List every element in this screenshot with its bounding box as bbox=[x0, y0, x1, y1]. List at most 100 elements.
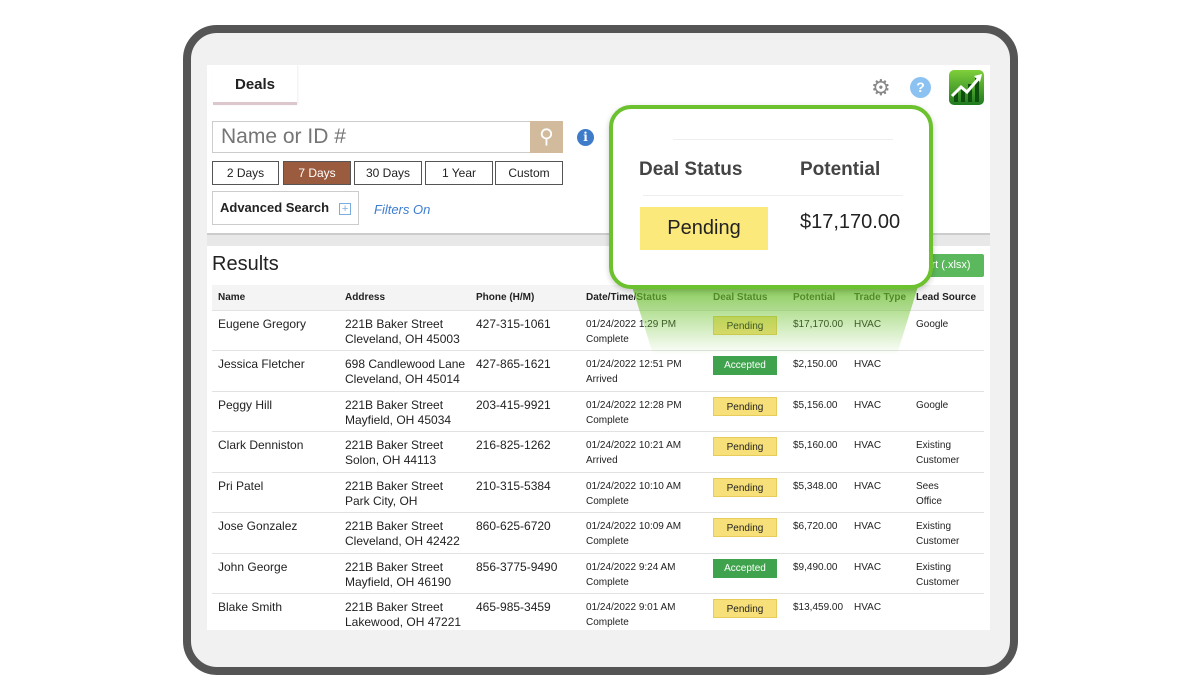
visit-status: Complete bbox=[586, 536, 629, 547]
address-line1: 698 Candlewood Lane bbox=[345, 357, 466, 371]
table-row[interactable]: Peggy Hill 221B Baker Street Mayfield, OH … bbox=[212, 390, 984, 432]
cell-address: 221B Baker Street Mayfield, OH 45034 bbox=[339, 390, 470, 432]
date-time: 01/24/2022 9:01 AM bbox=[586, 602, 676, 613]
cell-trade-type: HVAC bbox=[848, 390, 910, 432]
table-row[interactable]: Blake Smith 221B Baker Street Lakewood, OH… bbox=[212, 593, 984, 630]
cell-lead-source: Existing Customer bbox=[910, 552, 984, 594]
cell-lead-source bbox=[910, 593, 984, 630]
date-time: 01/24/2022 12:28 PM bbox=[586, 399, 682, 411]
advanced-search-button[interactable]: Advanced Search + bbox=[212, 191, 359, 225]
cell-deal-status: Pending bbox=[707, 471, 787, 513]
cell-phone: 856-3775-9490 bbox=[470, 552, 580, 594]
range-2-days[interactable]: 2 Days bbox=[212, 161, 279, 185]
search-button[interactable]: ⚲ bbox=[530, 121, 563, 153]
cell-address: 221B Baker Street Cleveland, OH 45003 bbox=[339, 309, 470, 351]
cell-phone: 427-315-1061 bbox=[470, 309, 580, 351]
cell-name: Pri Patel bbox=[212, 471, 339, 513]
cell-potential: $9,490.00 bbox=[787, 552, 848, 594]
cell-address: 221B Baker Street Cleveland, OH 42422 bbox=[339, 512, 470, 553]
cell-potential: $2,150.00 bbox=[787, 350, 848, 391]
range-1-year[interactable]: 1 Year bbox=[425, 161, 493, 185]
cell-deal-status: Pending bbox=[707, 593, 787, 630]
cell-potential: $5,156.00 bbox=[787, 390, 848, 432]
date-time: 01/24/2022 10:10 AM bbox=[586, 480, 682, 492]
cell-date: 01/24/2022 12:28 PM Complete bbox=[580, 390, 707, 432]
cell-phone: 465-985-3459 bbox=[470, 593, 580, 630]
callout-pointer bbox=[630, 280, 920, 355]
cell-lead-source: Existing Customer bbox=[910, 431, 984, 472]
search-input[interactable] bbox=[212, 121, 531, 153]
address-line2: Lakewood, OH 47221 bbox=[345, 615, 462, 629]
cell-phone: 216-825-1262 bbox=[470, 431, 580, 472]
address-line1: 221B Baker Street bbox=[345, 316, 444, 331]
table-row[interactable]: John George 221B Baker Street Mayfield, OH… bbox=[212, 552, 984, 594]
cell-trade-type: HVAC bbox=[848, 431, 910, 472]
cell-deal-status: Pending bbox=[707, 431, 787, 472]
column-header[interactable]: Lead Source bbox=[910, 285, 984, 310]
date-time: 01/24/2022 10:09 AM bbox=[586, 521, 682, 532]
callout-potential-header: Potential bbox=[800, 159, 881, 180]
cell-name: Eugene Gregory bbox=[212, 309, 339, 351]
gear-icon[interactable]: ⚙ bbox=[871, 75, 891, 101]
table-row[interactable]: Jose Gonzalez 221B Baker Street Cleveland,… bbox=[212, 512, 984, 553]
plus-icon: + bbox=[339, 203, 352, 215]
address-line2: Mayfield, OH 45034 bbox=[345, 412, 452, 427]
column-header[interactable]: Phone (H/M) bbox=[470, 285, 580, 310]
address-line1: 221B Baker Street bbox=[345, 397, 444, 412]
cell-address: 221B Baker Street Solon, OH 44113 bbox=[339, 431, 470, 472]
address-line2: Cleveland, OH 45003 bbox=[345, 331, 460, 346]
column-header[interactable]: Address bbox=[339, 285, 470, 310]
range-7-days[interactable]: 7 Days bbox=[283, 161, 351, 185]
tab-deals[interactable]: Deals bbox=[213, 65, 297, 105]
cell-date: 01/24/2022 12:51 PM Arrived bbox=[580, 350, 707, 391]
range-custom[interactable]: Custom bbox=[495, 161, 563, 185]
cell-name: Jose Gonzalez bbox=[212, 512, 339, 553]
status-badge: Pending bbox=[713, 599, 777, 618]
visit-status: Complete bbox=[586, 617, 629, 628]
cell-date: 01/24/2022 10:09 AM Complete bbox=[580, 512, 707, 553]
cell-date: 01/24/2022 10:10 AM Complete bbox=[580, 471, 707, 513]
status-badge: Pending bbox=[713, 437, 777, 456]
results-title: Results bbox=[212, 253, 279, 275]
status-badge: Accepted bbox=[713, 558, 777, 578]
table-row[interactable]: Clark Denniston 221B Baker Street Solon, O… bbox=[212, 431, 984, 472]
callout-potential: $17,170.00 bbox=[800, 211, 901, 233]
visit-status: Arrived bbox=[586, 455, 618, 466]
app-logo bbox=[949, 70, 984, 105]
cell-address: 221B Baker Street Lakewood, OH 47221 bbox=[339, 593, 470, 630]
date-time: 01/24/2022 12:51 PM bbox=[586, 359, 682, 370]
cell-name: Peggy Hill bbox=[212, 390, 339, 432]
cell-lead-source: Google bbox=[910, 390, 984, 432]
info-icon[interactable]: i bbox=[577, 129, 594, 146]
address-line1: 221B Baker Street bbox=[345, 519, 444, 533]
cell-deal-status: Pending bbox=[707, 390, 787, 432]
address-line2: Park City, OH bbox=[345, 493, 418, 508]
cell-deal-status: Pending bbox=[707, 512, 787, 553]
cell-phone: 427-865-1621 bbox=[470, 350, 580, 391]
cell-trade-type: HVAC bbox=[848, 552, 910, 594]
cell-name: Jessica Fletcher bbox=[212, 350, 339, 391]
address-line1: 221B Baker Street bbox=[345, 559, 444, 574]
cell-potential: $13,459.00 bbox=[787, 593, 848, 630]
visit-status: Arrived bbox=[586, 374, 618, 385]
cell-trade-type: HVAC bbox=[848, 593, 910, 630]
date-time: 01/24/2022 10:21 AM bbox=[586, 440, 682, 451]
cell-address: 698 Candlewood Lane Cleveland, OH 45014 bbox=[339, 350, 470, 391]
range-30-days[interactable]: 30 Days bbox=[354, 161, 422, 185]
cell-lead-source bbox=[910, 350, 984, 391]
table-row[interactable]: Jessica Fletcher 698 Candlewood Lane Cleve… bbox=[212, 350, 984, 391]
cell-date: 01/24/2022 9:01 AM Complete bbox=[580, 593, 707, 630]
callout-deal-status: Pending bbox=[640, 207, 768, 250]
help-icon[interactable]: ? bbox=[910, 77, 931, 98]
cell-address: 221B Baker Street Park City, OH bbox=[339, 471, 470, 513]
table-row[interactable]: Pri Patel 221B Baker Street Park City, OH 2… bbox=[212, 471, 984, 513]
cell-deal-status: Accepted bbox=[707, 552, 787, 594]
filters-on-link[interactable]: Filters On bbox=[374, 202, 430, 217]
cell-deal-status: Accepted bbox=[707, 350, 787, 391]
status-badge: Pending bbox=[713, 477, 777, 497]
cell-lead-source: Google bbox=[910, 309, 984, 351]
cell-name: Clark Denniston bbox=[212, 431, 339, 472]
cell-name: Blake Smith bbox=[212, 593, 339, 630]
column-header[interactable]: Name bbox=[212, 285, 339, 310]
cell-date: 01/24/2022 9:24 AM Complete bbox=[580, 552, 707, 594]
